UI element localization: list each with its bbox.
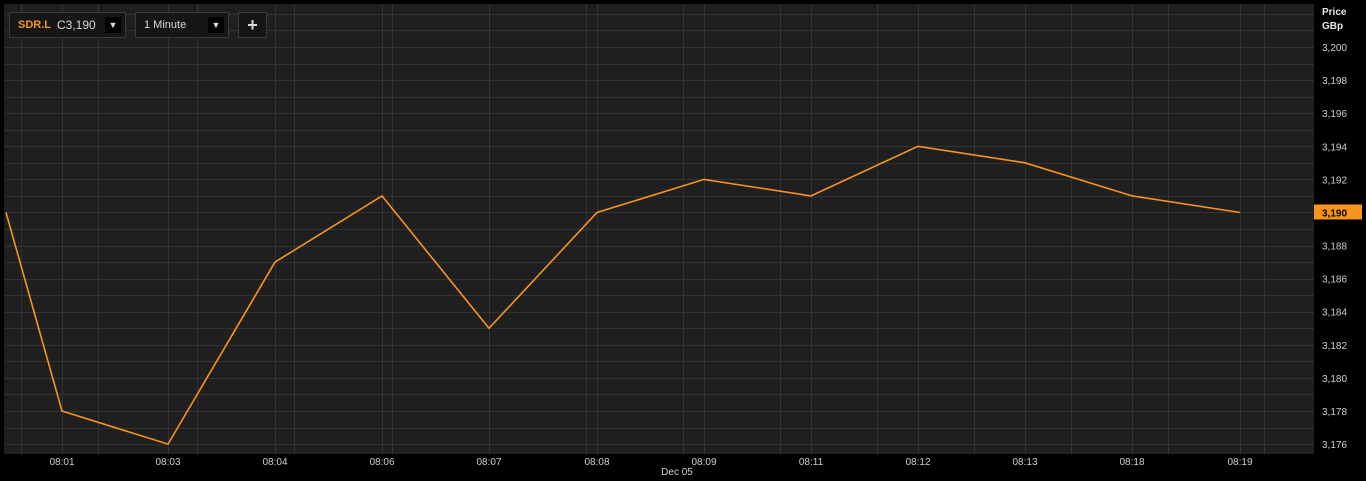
y-axis-unit-label: GBp bbox=[1322, 21, 1344, 32]
x-tick-label: 08:08 bbox=[584, 457, 609, 468]
last-price-tag-label: 3,190 bbox=[1322, 208, 1347, 219]
y-axis-title: Price GBp bbox=[1322, 6, 1346, 34]
x-tick-label: 08:18 bbox=[1119, 457, 1144, 468]
chart-frame: 3,176 3,178 3,180 3,182 3,184 3,186 3,188 3,190… bbox=[0, 0, 1366, 481]
chevron-down-icon[interactable]: ▼ bbox=[105, 17, 121, 33]
x-tick-label: 08:13 bbox=[1012, 457, 1037, 468]
y-tick-label: 3,182 bbox=[1322, 341, 1347, 352]
chevron-down-icon[interactable]: ▼ bbox=[208, 17, 224, 33]
y-axis-ticks: 3,176 3,178 3,180 3,182 3,184 3,186 3,188 3,190… bbox=[1322, 43, 1347, 451]
x-axis-date-label: Dec 05 bbox=[661, 467, 693, 478]
symbol-label: SDR.L bbox=[18, 19, 51, 31]
last-price-tag: 3,190 bbox=[1314, 204, 1362, 220]
y-tick-label: 3,198 bbox=[1322, 76, 1347, 87]
x-tick-label: 08:19 bbox=[1227, 457, 1252, 468]
y-tick-label: 3,184 bbox=[1322, 308, 1347, 319]
x-tick-label: 08:01 bbox=[49, 457, 74, 468]
x-tick-label: 08:04 bbox=[262, 457, 287, 468]
y-tick-label: 3,200 bbox=[1322, 43, 1347, 54]
y-tick-label: 3,178 bbox=[1322, 407, 1347, 418]
symbol-selector[interactable]: SDR.L C3,190 ▼ bbox=[9, 12, 126, 38]
grid-lines bbox=[4, 4, 1314, 454]
last-price-value: C3,190 bbox=[57, 18, 96, 32]
x-axis-ticks: 08:01 08:03 08:04 08:06 08:07 08:08 08:09 08:11… bbox=[49, 457, 1252, 468]
y-tick-label: 3,196 bbox=[1322, 109, 1347, 120]
y-tick-label: 3,188 bbox=[1322, 242, 1347, 253]
x-tick-label: 08:07 bbox=[476, 457, 501, 468]
x-tick-label: 08:06 bbox=[369, 457, 394, 468]
y-tick-label: 3,176 bbox=[1322, 440, 1347, 451]
x-tick-label: 08:03 bbox=[155, 457, 180, 468]
x-tick-label: 08:09 bbox=[691, 457, 716, 468]
y-axis-price-label: Price bbox=[1322, 7, 1347, 18]
y-tick-label: 3,192 bbox=[1322, 175, 1347, 186]
x-tick-label: 08:12 bbox=[905, 457, 930, 468]
interval-label: 1 Minute bbox=[144, 19, 187, 31]
x-tick-label: 08:11 bbox=[799, 457, 824, 468]
add-series-button[interactable]: + bbox=[238, 12, 267, 38]
y-tick-label: 3,194 bbox=[1322, 142, 1347, 153]
price-chart: 3,176 3,178 3,180 3,182 3,184 3,186 3,188 3,190… bbox=[4, 4, 1362, 478]
interval-selector[interactable]: 1 Minute ▼ bbox=[135, 12, 229, 38]
y-tick-label: 3,186 bbox=[1322, 275, 1347, 286]
y-tick-label: 3,180 bbox=[1322, 374, 1347, 385]
